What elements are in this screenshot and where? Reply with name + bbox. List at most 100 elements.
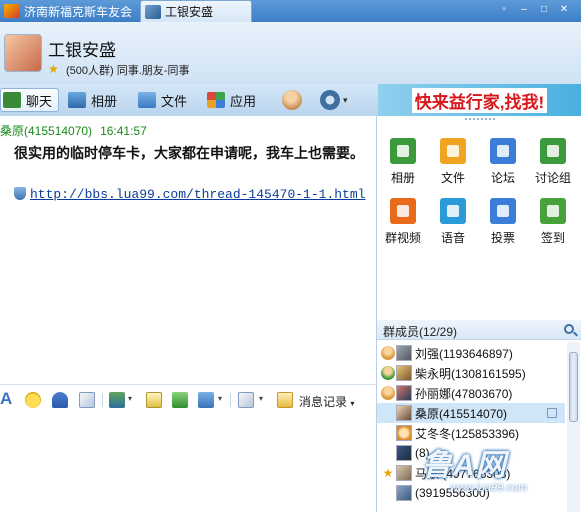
app-label: 讨论组 (534, 171, 571, 185)
album-icon (390, 138, 416, 164)
app-label: 相册 (390, 171, 415, 185)
member-count: 群成员(12/29) (383, 325, 458, 339)
screenshot-icon[interactable] (198, 392, 214, 408)
avatar (396, 385, 412, 401)
input-toolbar: A ▾ ▾ ▾ 消息记录 ▾ (0, 384, 376, 414)
chevron-down-icon[interactable]: ▾ (259, 394, 263, 403)
more-tools-icon[interactable] (238, 392, 254, 408)
app-label: 群视频 (384, 231, 421, 245)
app-forum[interactable]: 论坛 (478, 138, 528, 186)
member-name: 桑原(415514070) (415, 406, 508, 421)
message-input[interactable] (0, 414, 376, 512)
app-label: 签到 (540, 231, 565, 245)
member-list-header: 群成员(12/29) (377, 320, 581, 340)
tab-bar: 济南新福克斯车友会 工银安盛 ▫ – □ ✕ (0, 0, 581, 22)
message-sender[interactable]: 桑原(415514070) (0, 124, 92, 138)
emoji-icon[interactable] (25, 392, 41, 408)
shake-icon[interactable] (52, 392, 68, 408)
search-icon[interactable] (564, 324, 574, 334)
voice-icon (440, 198, 466, 224)
app-file[interactable]: 文件 (428, 138, 478, 186)
gear-icon (320, 90, 340, 110)
tab-gongyin-ansheng[interactable]: 工银安盛 (140, 0, 252, 22)
checkin-icon (540, 198, 566, 224)
watermark-url: www.lua99.com (450, 482, 528, 494)
member-item-selected[interactable]: 桑原(415514070) (377, 403, 565, 423)
member-item[interactable]: 柴永明(1308161595) (377, 363, 565, 383)
tab-label: 济南新福克斯车友会 (24, 4, 133, 19)
tab-jinan-focus-club[interactable]: 济南新福克斯车友会 (0, 0, 138, 22)
message-link-row: http://bbs.lua99.com/thread-145470-1-1.h… (14, 184, 370, 206)
tab-file[interactable]: 文件 (138, 88, 187, 112)
site-watermark: 鲁A网 www.lua99.com (404, 440, 574, 500)
avatar (396, 405, 412, 421)
avatar (396, 365, 412, 381)
app-voice[interactable]: 语音 (428, 198, 478, 246)
message-history-label: 消息记录 (299, 395, 348, 409)
tab-apps[interactable]: 应用 (207, 88, 256, 112)
chevron-down-icon[interactable]: ▾ (218, 394, 222, 403)
font-icon[interactable]: A (0, 389, 16, 408)
divider (102, 393, 103, 407)
tab-file-label: 文件 (161, 93, 188, 109)
image-icon[interactable] (109, 392, 125, 408)
apps-grid-icon (207, 92, 225, 108)
group-header: 工银安盛 ★ (500人群) 同事.朋友-同事 (0, 22, 581, 84)
chevron-down-icon: ▾ (350, 399, 355, 408)
gift-icon[interactable] (172, 392, 188, 408)
member-name: 刘强(1193646897) (415, 346, 513, 361)
group-avatar[interactable] (4, 34, 42, 72)
app-label: 论坛 (490, 171, 515, 185)
member-item[interactable]: 刘强(1193646897) (377, 343, 565, 363)
add-member-icon (282, 90, 302, 110)
album-icon (68, 92, 86, 108)
avatar (396, 425, 412, 441)
app-album[interactable]: 相册 (378, 138, 428, 186)
edit-icon[interactable] (547, 408, 557, 418)
video-icon (390, 198, 416, 224)
app-label: 文件 (440, 171, 465, 185)
magic-text-icon[interactable] (79, 392, 95, 408)
tab-album[interactable]: 相册 (68, 88, 117, 112)
group-toolbar: 聊天 相册 文件 应用 ▾ (0, 84, 378, 116)
folder-icon (138, 92, 156, 108)
vote-icon (490, 198, 516, 224)
ad-banner[interactable]: 快来益行家,找我! (378, 84, 581, 116)
tab-chat-label: 聊天 (26, 93, 53, 109)
tab-label: 工银安盛 (165, 5, 214, 19)
avatar (396, 345, 412, 361)
group-info: (500人群) 同事.朋友-同事 (66, 65, 190, 77)
note-icon[interactable] (146, 392, 162, 408)
folder-icon (440, 138, 466, 164)
app-checkin[interactable]: 签到 (528, 198, 578, 246)
message-history-button[interactable]: 消息记录 ▾ (299, 393, 354, 410)
app-vote[interactable]: 投票 (478, 198, 528, 246)
scrollbar-thumb[interactable] (569, 352, 578, 422)
skin-button[interactable]: ▫ (495, 2, 513, 18)
admin-icon (381, 386, 395, 400)
admin-icon (381, 346, 395, 360)
message-text: 很实用的临时停车卡，大家都在申请呢，我车上也需要。 (14, 145, 364, 161)
message-link[interactable]: http://bbs.lua99.com/thread-145470-1-1.h… (30, 187, 365, 202)
divider (230, 393, 231, 407)
discussion-icon (540, 138, 566, 164)
chat-history[interactable]: 桑原(415514070) 16:41:57 很实用的临时停车卡，大家都在申请呢，… (0, 116, 376, 384)
settings-button[interactable]: ▾ (320, 88, 348, 112)
member-item[interactable]: 孙丽娜(47803670) (377, 383, 565, 403)
tab-chat[interactable]: 聊天 (0, 88, 60, 112)
chevron-down-icon[interactable]: ▾ (128, 394, 132, 403)
minimize-button[interactable]: – (515, 2, 533, 18)
close-button[interactable]: ✕ (555, 2, 573, 18)
maximize-button[interactable]: □ (535, 2, 553, 18)
group-name[interactable]: 工银安盛 (48, 36, 116, 61)
star-icon: ★ (382, 466, 394, 480)
chevron-down-icon: ▾ (343, 94, 348, 105)
drag-handle[interactable] (465, 118, 495, 122)
group-apps-panel: 相册 文件 论坛 讨论组 群视频 语音 投票 签到 (376, 116, 581, 320)
chat-icon (3, 92, 21, 108)
history-icon[interactable] (277, 392, 293, 408)
app-label: 语音 (440, 231, 465, 245)
app-group-video[interactable]: 群视频 (378, 198, 428, 246)
invite-member-button[interactable] (282, 88, 302, 112)
app-discussion[interactable]: 讨论组 (528, 138, 578, 186)
